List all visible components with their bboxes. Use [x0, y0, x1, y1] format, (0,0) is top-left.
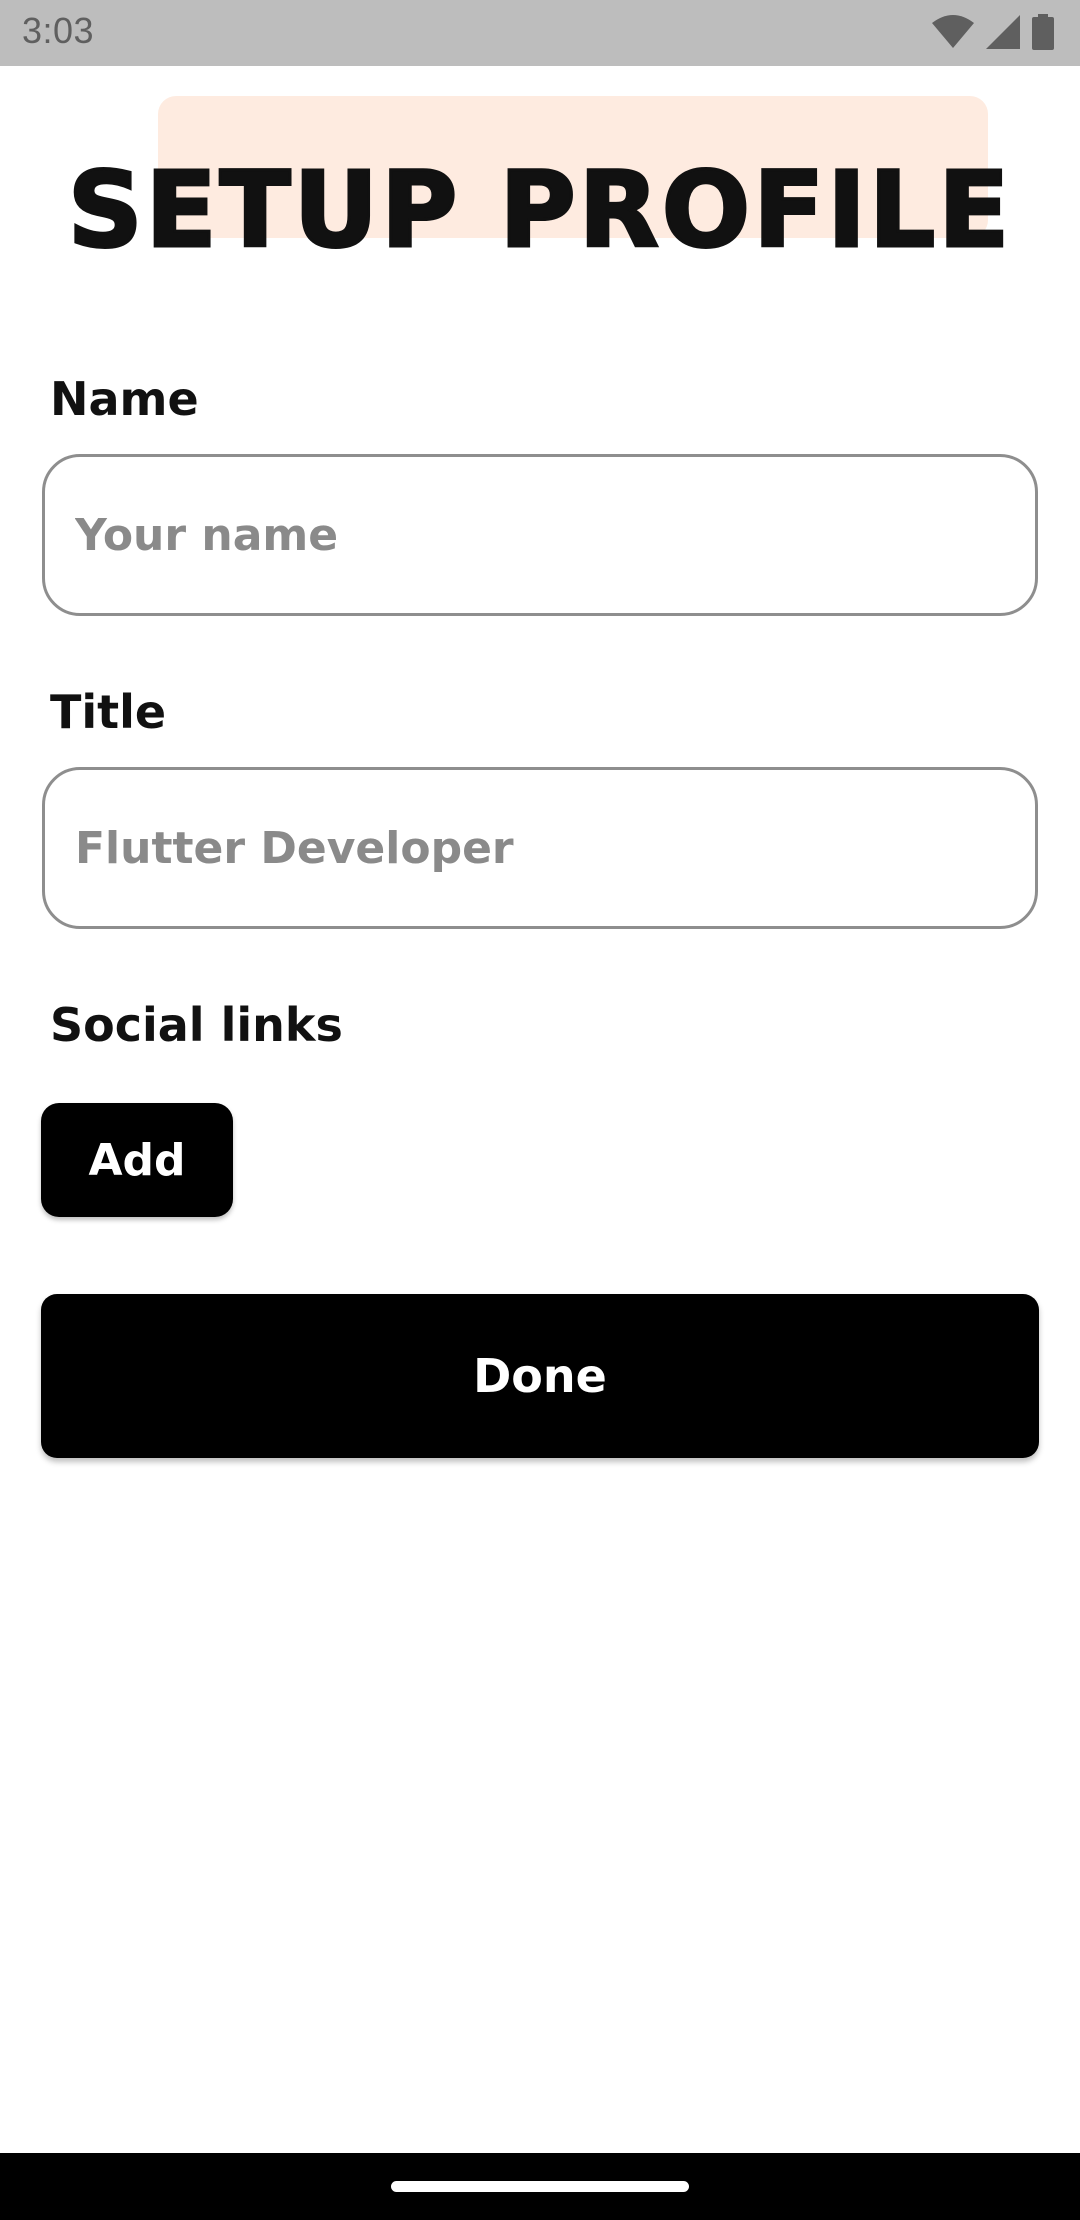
- wifi-icon: [932, 15, 974, 49]
- status-icons: [932, 14, 1054, 50]
- social-links-label: Social links: [50, 998, 343, 1052]
- signal-icon: [986, 15, 1020, 49]
- battery-icon: [1032, 14, 1054, 50]
- name-input[interactable]: [75, 457, 1005, 613]
- add-social-link-button[interactable]: Add: [41, 1103, 233, 1217]
- done-button[interactable]: Done: [41, 1294, 1039, 1458]
- title-field-container: [42, 767, 1038, 929]
- title-input[interactable]: [75, 770, 1005, 926]
- status-time: 3:03: [22, 10, 95, 51]
- header: SETUP PROFILE: [0, 66, 1080, 286]
- title-label: Title: [50, 685, 167, 739]
- name-label: Name: [50, 372, 199, 426]
- navigation-bar: [0, 2153, 1080, 2220]
- status-bar: 3:03: [0, 0, 1080, 66]
- page-title: SETUP PROFILE: [66, 149, 1013, 272]
- home-gesture-handle[interactable]: [391, 2181, 689, 2192]
- name-field-container: [42, 454, 1038, 616]
